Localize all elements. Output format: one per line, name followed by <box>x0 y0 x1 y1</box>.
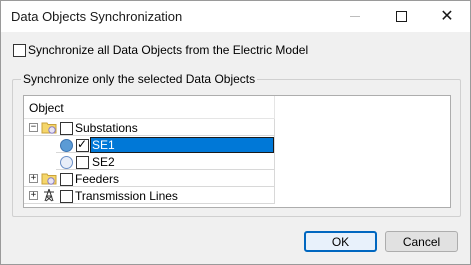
transmission-lines-checkbox[interactable] <box>60 190 73 203</box>
column-header-label: Object <box>29 101 64 115</box>
cancel-button-label: Cancel <box>402 234 441 249</box>
se2-checkbox[interactable] <box>76 156 89 169</box>
expand-icon[interactable]: + <box>29 191 38 200</box>
dialog-window: Data Objects Synchronization ✕ Synchroni… <box>0 0 471 265</box>
se1-checkbox[interactable]: ✓ <box>76 137 89 152</box>
expand-icon[interactable]: + <box>29 174 38 183</box>
maximize-icon <box>395 11 407 22</box>
object-tree[interactable]: Object − Substations ✓ SE1 SE2 + Feeders… <box>23 95 451 208</box>
ok-button-label: OK <box>331 234 350 249</box>
substations-checkbox[interactable] <box>60 122 73 135</box>
sync-all-checkbox[interactable] <box>13 44 26 57</box>
close-icon: ✕ <box>440 7 454 25</box>
window-title: Data Objects Synchronization <box>11 9 183 24</box>
title-bar[interactable]: Data Objects Synchronization ✕ <box>1 1 470 32</box>
tree-label-feeders: Feeders <box>75 172 120 186</box>
tree-label-se1: SE1 <box>92 138 115 152</box>
close-button[interactable]: ✕ <box>424 1 470 32</box>
sync-all-label[interactable]: Synchronize all Data Objects from the El… <box>28 43 308 57</box>
folder-substation-icon <box>41 122 57 134</box>
cancel-button[interactable]: Cancel <box>385 231 458 252</box>
tree-label-transmission-lines: Transmission Lines <box>75 189 178 203</box>
circle-light-icon <box>60 156 73 169</box>
maximize-button[interactable] <box>378 1 424 32</box>
selection-highlight <box>90 137 274 153</box>
transmission-tower-icon <box>44 188 54 202</box>
feeders-checkbox[interactable] <box>60 173 73 186</box>
tree-label-se2: SE2 <box>92 155 115 169</box>
collapse-icon[interactable]: − <box>29 123 38 132</box>
minimize-icon <box>350 16 360 17</box>
folder-feeder-icon <box>41 173 57 185</box>
minimize-button <box>332 1 378 32</box>
ok-button[interactable]: OK <box>304 231 377 252</box>
column-header-object[interactable]: Object <box>24 96 275 119</box>
selected-objects-group: Synchronize only the selected Data Objec… <box>12 72 461 217</box>
circle-blue-icon <box>60 139 73 152</box>
tree-label-substations: Substations <box>75 121 138 135</box>
group-legend: Synchronize only the selected Data Objec… <box>21 72 258 86</box>
checkmark-icon: ✓ <box>77 137 88 151</box>
